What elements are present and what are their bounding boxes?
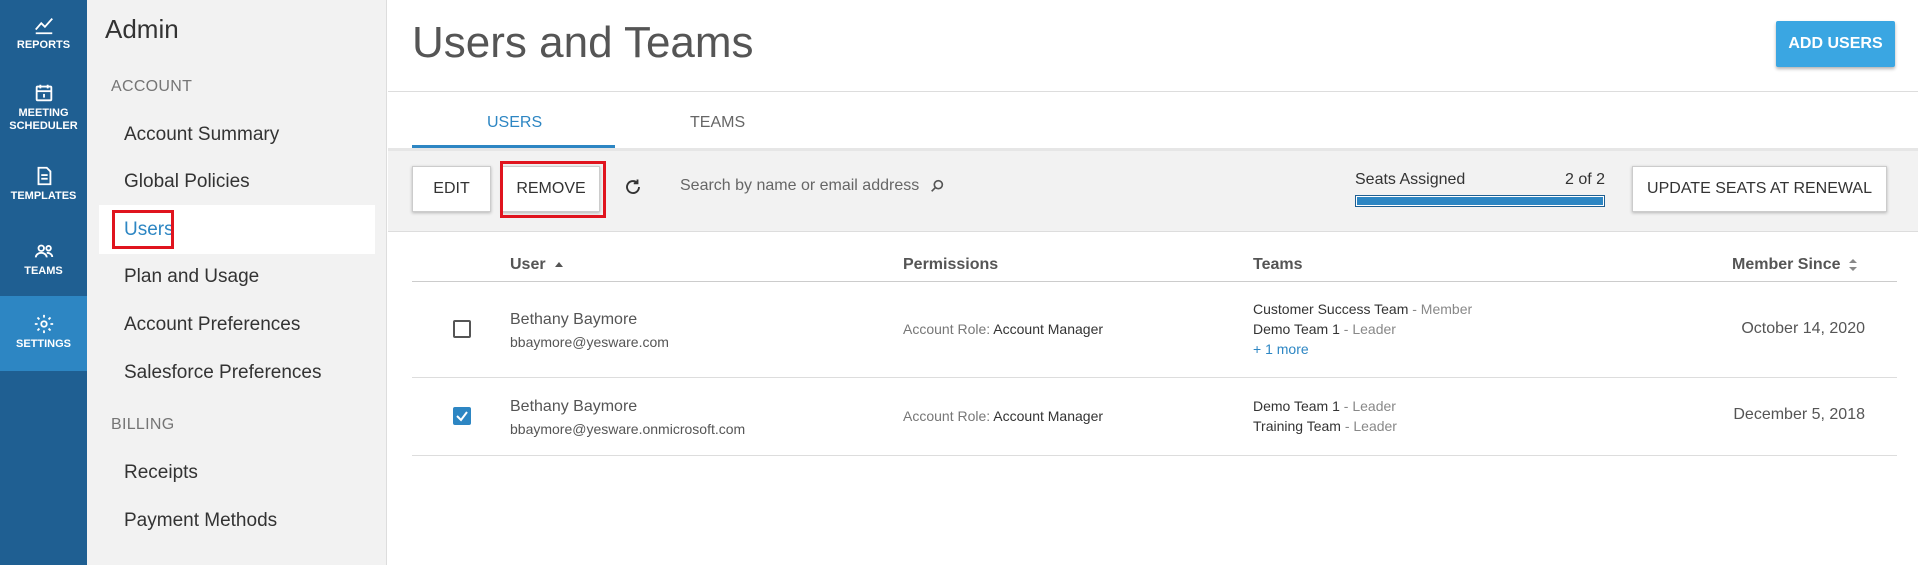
permission-value: Account Manager <box>993 321 1104 337</box>
sidebar-item-payment-methods[interactable]: Payment Methods <box>124 510 277 532</box>
edit-button[interactable]: EDIT <box>412 166 491 212</box>
header-divider <box>388 91 1918 92</box>
row-checkbox[interactable] <box>453 320 471 338</box>
rail-meeting-scheduler[interactable]: MEETING SCHEDULER <box>0 82 87 144</box>
team-role: - Member <box>1412 301 1473 317</box>
checkmark-icon <box>456 411 468 422</box>
permission-label: Account Role: <box>903 408 991 424</box>
team-name: Demo Team 1 <box>1253 321 1340 337</box>
highlight-box-remove <box>500 161 606 218</box>
row-divider <box>412 377 1897 378</box>
user-name: Bethany Baymore <box>510 311 638 328</box>
team-entry: Training Team - Leader <box>1253 418 1397 434</box>
permission-cell: Account Role: Account Manager <box>903 408 1103 424</box>
member-since: October 14, 2020 <box>1741 320 1865 337</box>
team-entry: Demo Team 1 - Leader <box>1253 321 1396 337</box>
rail-reports[interactable]: REPORTS <box>0 14 87 60</box>
team-name: Demo Team 1 <box>1253 398 1340 414</box>
main-content: Users and Teams ADD USERS USERS TEAMS ED… <box>388 0 1918 565</box>
team-entry: Demo Team 1 - Leader <box>1253 398 1396 414</box>
row-checkbox[interactable] <box>453 407 471 425</box>
rail-templates[interactable]: TEMPLATES <box>0 165 87 211</box>
team-name: Customer Success Team <box>1253 301 1409 317</box>
document-icon <box>37 166 51 186</box>
rail-settings[interactable]: SETTINGS <box>0 296 87 371</box>
sort-asc-icon <box>554 262 563 267</box>
user-name: Bethany Baymore <box>510 398 638 415</box>
rail-meeting-label-2: SCHEDULER <box>9 120 78 132</box>
team-entry: Customer Success Team - Member <box>1253 301 1472 317</box>
people-icon <box>34 244 53 258</box>
seats-progress-fill <box>1357 197 1603 205</box>
table-header-divider <box>412 281 1897 282</box>
column-header-user-label: User <box>510 256 546 273</box>
section-billing: BILLING <box>111 416 175 433</box>
search-input[interactable]: Search by name or email address <box>680 177 919 195</box>
sidebar-title: Admin <box>105 14 179 44</box>
column-header-member-since-label: Member Since <box>1732 256 1841 273</box>
search-icon <box>931 179 944 192</box>
sidebar-item-global-policies[interactable]: Global Policies <box>124 171 250 193</box>
rail-teams-label: TEAMS <box>24 265 63 277</box>
seats-label: Seats Assigned <box>1355 171 1466 188</box>
tab-active-indicator <box>412 145 615 148</box>
rail-templates-label: TEMPLATES <box>10 190 77 202</box>
team-role: - Leader <box>1344 418 1397 434</box>
row-divider <box>412 455 1897 456</box>
update-seats-button[interactable]: UPDATE SEATS AT RENEWAL <box>1632 166 1887 212</box>
rail-reports-label: REPORTS <box>16 39 71 51</box>
seats-count: 2 of 2 <box>1564 171 1605 188</box>
column-header-member-since[interactable]: Member Since <box>1732 256 1858 274</box>
member-since: December 5, 2018 <box>1733 406 1865 423</box>
permission-cell: Account Role: Account Manager <box>903 321 1103 337</box>
section-account: ACCOUNT <box>111 78 193 95</box>
page-title: Users and Teams <box>412 18 754 67</box>
user-email: bbaymore@yesware.com <box>510 334 669 350</box>
user-email: bbaymore@yesware.onmicrosoft.com <box>510 421 746 437</box>
sidebar-item-salesforce-preferences[interactable]: Salesforce Preferences <box>124 362 322 384</box>
more-teams-link[interactable]: + 1 more <box>1253 341 1309 357</box>
seats-assigned: Seats Assigned 2 of 2 <box>1355 171 1605 207</box>
tab-users[interactable]: USERS <box>487 114 542 132</box>
chart-line-icon <box>34 17 53 35</box>
sort-both-icon <box>1849 259 1858 271</box>
sidebar-item-receipts[interactable]: Receipts <box>124 462 198 484</box>
app-rail: REPORTS MEETING SCHEDULER TEMPLATES TEAM… <box>0 0 87 565</box>
sidebar-item-account-summary[interactable]: Account Summary <box>124 124 279 146</box>
tab-teams[interactable]: TEAMS <box>690 114 745 132</box>
seats-progress-bar <box>1355 195 1605 207</box>
add-users-button[interactable]: ADD USERS <box>1776 21 1895 67</box>
team-name: Training Team <box>1253 418 1341 434</box>
column-header-permissions: Permissions <box>903 256 999 273</box>
permission-label: Account Role: <box>903 321 991 337</box>
calendar-icon <box>35 84 52 102</box>
team-role: - Leader <box>1343 398 1396 414</box>
sidebar-item-account-preferences[interactable]: Account Preferences <box>124 314 300 336</box>
column-header-teams: Teams <box>1253 256 1303 273</box>
highlight-box-users <box>112 210 174 249</box>
rail-meeting-label-1: MEETING <box>18 107 69 119</box>
search-field[interactable]: Search by name or email address <box>680 177 945 195</box>
gear-icon <box>34 314 53 334</box>
users-toolbar: EDIT REMOVE Search by name or email addr… <box>388 151 1918 232</box>
admin-sidebar: Admin ACCOUNT Account Summary Global Pol… <box>87 0 387 565</box>
column-header-user[interactable]: User <box>510 256 564 274</box>
permission-value: Account Manager <box>993 408 1104 424</box>
rail-teams[interactable]: TEAMS <box>0 240 87 286</box>
refresh-icon[interactable] <box>624 178 642 196</box>
rail-settings-label: SETTINGS <box>15 338 71 350</box>
team-role: - Leader <box>1343 321 1396 337</box>
sidebar-item-plan-and-usage[interactable]: Plan and Usage <box>124 266 259 288</box>
